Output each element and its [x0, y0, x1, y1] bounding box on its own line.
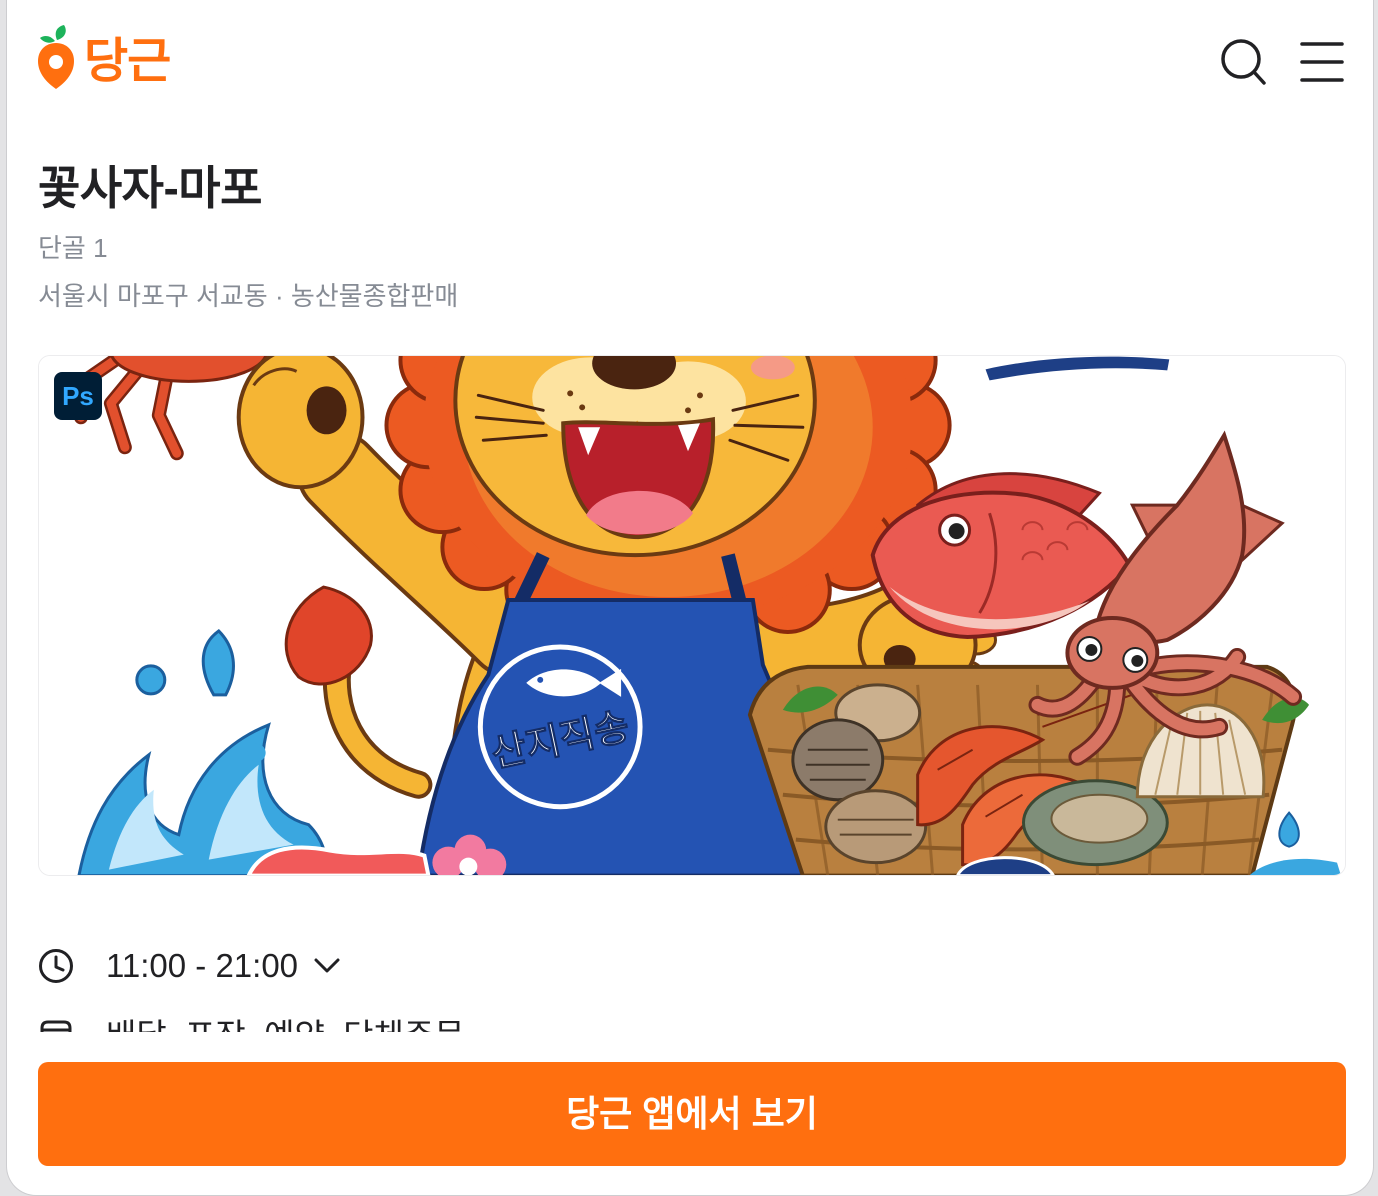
service-options-text: 배달, 포장, 예약, 단체주문: [106, 1016, 465, 1032]
menu-button[interactable]: [1300, 40, 1344, 84]
store-location-category: 서울시 마포구 서교동 · 농산물종합판매: [38, 281, 459, 311]
logo-text[interactable]: 당근: [84, 34, 171, 90]
hamburger-menu-icon: [1300, 42, 1344, 82]
lion-mascot-illustration: 산지직송: [39, 356, 1345, 875]
app-window: 당근 꽃사자-마포 단골 1 서울시 마포구 서교동 · 농산물종합판매 산지직…: [6, 0, 1374, 1196]
search-button[interactable]: [1220, 38, 1266, 86]
clock-icon: [39, 949, 73, 983]
business-hours-toggle[interactable]: 11:00 - 21:00: [38, 946, 340, 986]
store-photo[interactable]: 산지직송 Ps: [38, 355, 1346, 876]
photoshop-badge: Ps: [54, 372, 102, 420]
chevron-down-icon[interactable]: [314, 958, 340, 974]
search-icon: [1221, 39, 1266, 85]
service-options: 배달, 포장, 예약, 단체주문: [38, 1016, 465, 1032]
open-in-app-button[interactable]: 당근 앱에서 보기: [38, 1062, 1346, 1166]
store-icon: [40, 1020, 72, 1032]
store-name: 꽃사자-마포: [38, 162, 262, 214]
banner-ribbon: [246, 845, 431, 875]
regulars-count: 단골 1: [38, 233, 108, 263]
store-info-section: 11:00 - 21:00 배달, 포장, 예약, 단체주문: [7, 920, 1373, 1032]
carrot-logo-icon[interactable]: [38, 25, 74, 91]
business-hours: 11:00 - 21:00: [106, 947, 299, 984]
